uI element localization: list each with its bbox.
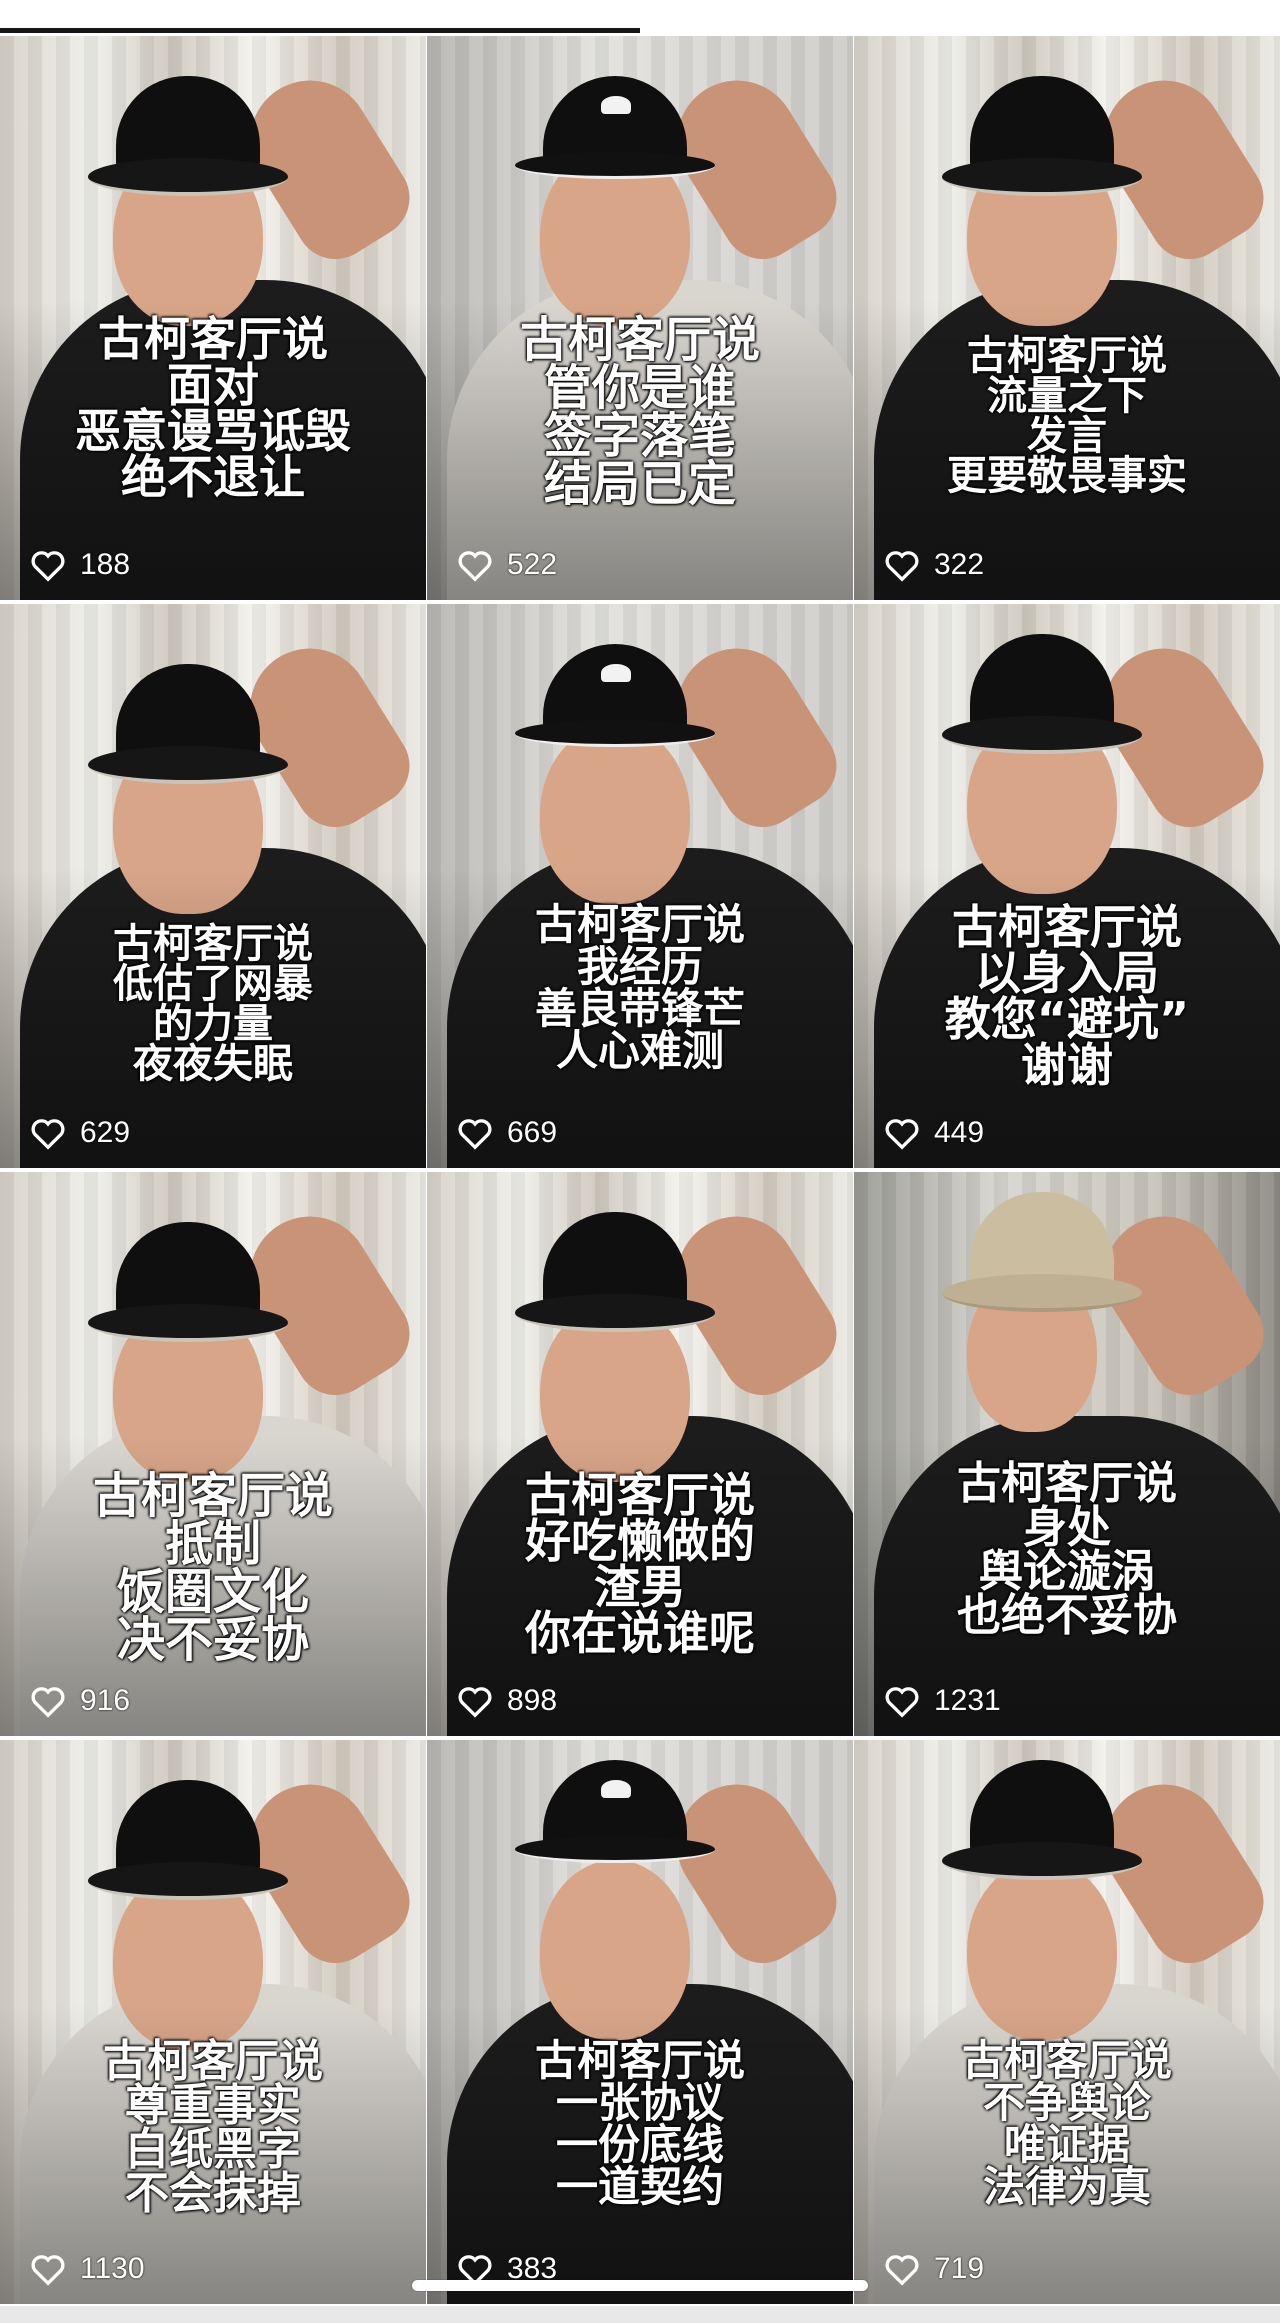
bucket-hat	[88, 1780, 288, 1900]
heart-outline-icon	[458, 551, 492, 582]
heart-outline-icon	[885, 551, 919, 582]
like-count: 898	[457, 1684, 557, 1718]
heart-outline-icon	[31, 1687, 65, 1718]
video-tile[interactable]: 古柯客厅说 一张协议 一份底线 一道契约 383	[427, 1740, 853, 2304]
like-count: 916	[30, 1684, 130, 1718]
like-count: 1231	[884, 1684, 1001, 1718]
video-caption: 古柯客厅说 我经历 善良带锋芒 人心难测	[534, 900, 745, 1075]
heart-outline-icon	[31, 2255, 65, 2286]
like-count: 522	[457, 548, 557, 582]
video-tile[interactable]: 古柯客厅说 面对 恶意谩骂诋毁 绝不退让 188	[0, 36, 426, 600]
like-count: 719	[884, 2252, 984, 2286]
heart-outline-icon	[885, 1119, 919, 1150]
video-caption: 古柯客厅说 抵制 饭圈文化 决不妥协	[92, 1468, 333, 1668]
video-caption: 古柯客厅说 尊重事实 白纸黑字 不会抹掉	[103, 2036, 323, 2219]
like-count: 669	[457, 1116, 557, 1150]
next-row-peek	[0, 2306, 1280, 2323]
video-tile[interactable]: 古柯客厅说 好吃懒做的 渣男 你在说谁呢 898	[427, 1172, 853, 1736]
video-caption: 古柯客厅说 面对 恶意谩骂诋毁 绝不退让	[75, 312, 351, 504]
tab-bar	[0, 0, 1280, 36]
home-indicator[interactable]	[412, 2280, 868, 2291]
video-tile[interactable]: 古柯客厅说 我经历 善良带锋芒 人心难测 669	[427, 604, 853, 1168]
baseball-cap	[515, 644, 715, 764]
video-tile[interactable]: 古柯客厅说 管你是谁 签字落笔 结局已定 522	[427, 36, 853, 600]
video-tile[interactable]: 古柯客厅说 以身入局 教您“避坑” 谢谢 449	[854, 604, 1280, 1168]
video-caption: 古柯客厅说 身处 舆论漩涡 也绝不妥协	[957, 1458, 1177, 1641]
baseball-cap	[515, 76, 715, 196]
video-caption: 古柯客厅说 管你是谁 签字落笔 结局已定	[519, 312, 760, 512]
video-caption: 古柯客厅说 好吃懒做的 渣男 你在说谁呢	[525, 1468, 755, 1660]
bucket-hat	[942, 76, 1142, 196]
video-tile[interactable]: 古柯客厅说 流量之下 发言 更要敬畏事实 322	[854, 36, 1280, 600]
bucket-hat	[515, 1212, 715, 1332]
bucket-hat	[942, 634, 1142, 754]
video-grid: 古柯客厅说 面对 恶意谩骂诋毁 绝不退让 188 古柯客厅说 管你是谁 签字落笔 结局已定 …	[0, 36, 1280, 2304]
video-caption: 古柯客厅说 低估了网暴 的力量 夜夜失眠	[113, 921, 313, 1087]
heart-outline-icon	[31, 1119, 65, 1150]
bucket-hat	[942, 1192, 1142, 1312]
video-tile[interactable]: 古柯客厅说 身处 舆论漩涡 也绝不妥协 1231	[854, 1172, 1280, 1736]
like-count: 322	[884, 548, 984, 582]
heart-outline-icon	[458, 1119, 492, 1150]
baseball-cap	[515, 1760, 715, 1880]
video-tile[interactable]: 古柯客厅说 抵制 饭圈文化 决不妥协 916	[0, 1172, 426, 1736]
heart-outline-icon	[31, 551, 65, 582]
like-count: 449	[884, 1116, 984, 1150]
bucket-hat	[942, 1760, 1142, 1880]
active-tab-indicator	[0, 28, 640, 33]
video-caption: 古柯客厅说 以身入局 教您“避坑” 谢谢	[944, 900, 1190, 1092]
heart-outline-icon	[885, 1687, 919, 1718]
heart-outline-icon	[885, 2255, 919, 2286]
like-count: 1130	[30, 2252, 145, 2286]
video-caption: 古柯客厅说 流量之下 发言 更要敬畏事实	[947, 333, 1187, 499]
like-count: 188	[30, 548, 130, 582]
bucket-hat	[88, 1222, 288, 1342]
video-tile[interactable]: 古柯客厅说 低估了网暴 的力量 夜夜失眠 629	[0, 604, 426, 1168]
video-tile[interactable]: 古柯客厅说 不争舆论 唯证据 法律为真 719	[854, 1740, 1280, 2304]
like-count: 629	[30, 1116, 130, 1150]
video-caption: 古柯客厅说 一张协议 一份底线 一道契约	[534, 2036, 745, 2211]
heart-outline-icon	[458, 1687, 492, 1718]
video-tile[interactable]: 古柯客厅说 尊重事实 白纸黑字 不会抹掉 1130	[0, 1740, 426, 2304]
video-caption: 古柯客厅说 不争舆论 唯证据 法律为真	[961, 2036, 1172, 2211]
bucket-hat	[88, 76, 288, 196]
bucket-hat	[88, 664, 288, 784]
